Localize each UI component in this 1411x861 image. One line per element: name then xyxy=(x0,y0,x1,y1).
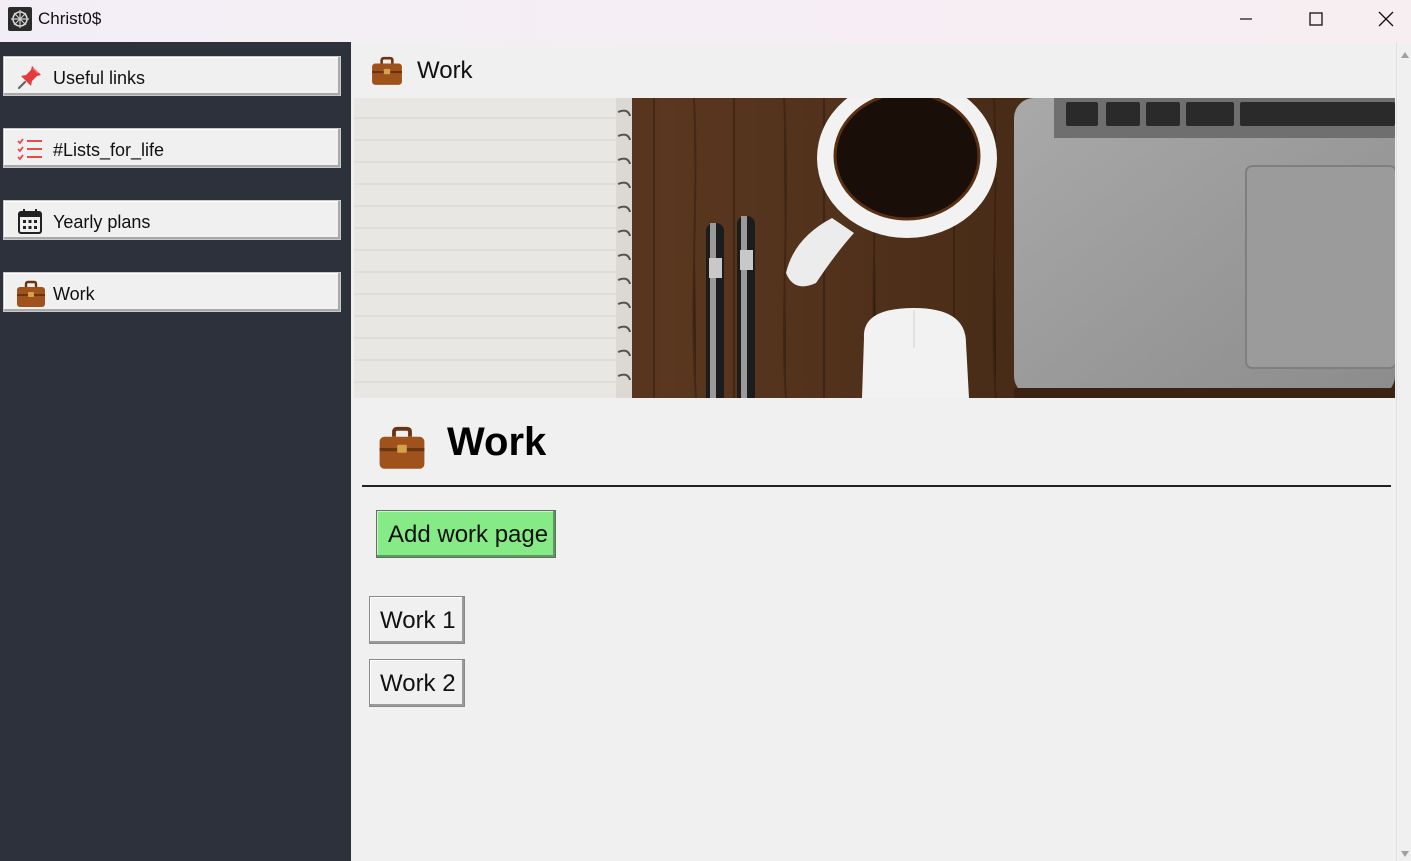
sidebar: Useful links #Lists_for_life Yearly plan… xyxy=(0,42,351,861)
sidebar-item-work[interactable]: Work xyxy=(3,272,341,312)
close-icon xyxy=(1378,11,1394,27)
subpage-button-work-2[interactable]: Work 2 xyxy=(369,659,465,707)
briefcase-icon xyxy=(370,55,404,87)
main-content: Work Work Add work page Work 1 Work 2 xyxy=(351,42,1396,861)
sidebar-item-useful-links[interactable]: Useful links xyxy=(3,56,341,96)
maximize-icon xyxy=(1309,12,1323,26)
subpage-label: Work 2 xyxy=(380,670,456,697)
sidebar-item-lists-for-life[interactable]: #Lists_for_life xyxy=(3,128,341,168)
desk-photo-banner xyxy=(354,98,1395,398)
briefcase-icon xyxy=(377,424,427,472)
sidebar-item-label: #Lists_for_life xyxy=(53,140,165,160)
app-logo-icon xyxy=(8,7,32,31)
sidebar-item-label: Useful links xyxy=(53,68,146,88)
close-button[interactable] xyxy=(1351,0,1411,38)
scroll-up-icon[interactable] xyxy=(1401,52,1409,58)
vertical-scrollbar[interactable] xyxy=(1396,42,1411,861)
subpage-label: Work 1 xyxy=(380,607,456,634)
scroll-down-icon[interactable] xyxy=(1401,851,1409,857)
subpage-button-work-1[interactable]: Work 1 xyxy=(369,596,465,644)
add-button-label: Add work page xyxy=(388,521,549,548)
sidebar-item-label: Yearly plans xyxy=(53,212,151,232)
pushpin-icon xyxy=(16,63,44,91)
breadcrumb: Work xyxy=(417,57,473,84)
minimize-icon xyxy=(1240,18,1252,20)
briefcase-icon xyxy=(16,279,45,307)
checklist-icon xyxy=(16,135,44,163)
sidebar-item-yearly-plans[interactable]: Yearly plans xyxy=(3,200,341,240)
window-titlebar: Christ0$ xyxy=(0,0,1411,42)
add-work-page-button[interactable]: Add work page xyxy=(376,510,556,558)
calendar-icon xyxy=(16,207,44,235)
maximize-button[interactable] xyxy=(1281,0,1351,38)
minimize-button[interactable] xyxy=(1211,0,1281,38)
page-title: Work xyxy=(447,420,547,464)
title-divider xyxy=(362,485,1391,487)
sidebar-item-label: Work xyxy=(53,284,95,304)
window-title: Christ0$ xyxy=(38,9,102,28)
